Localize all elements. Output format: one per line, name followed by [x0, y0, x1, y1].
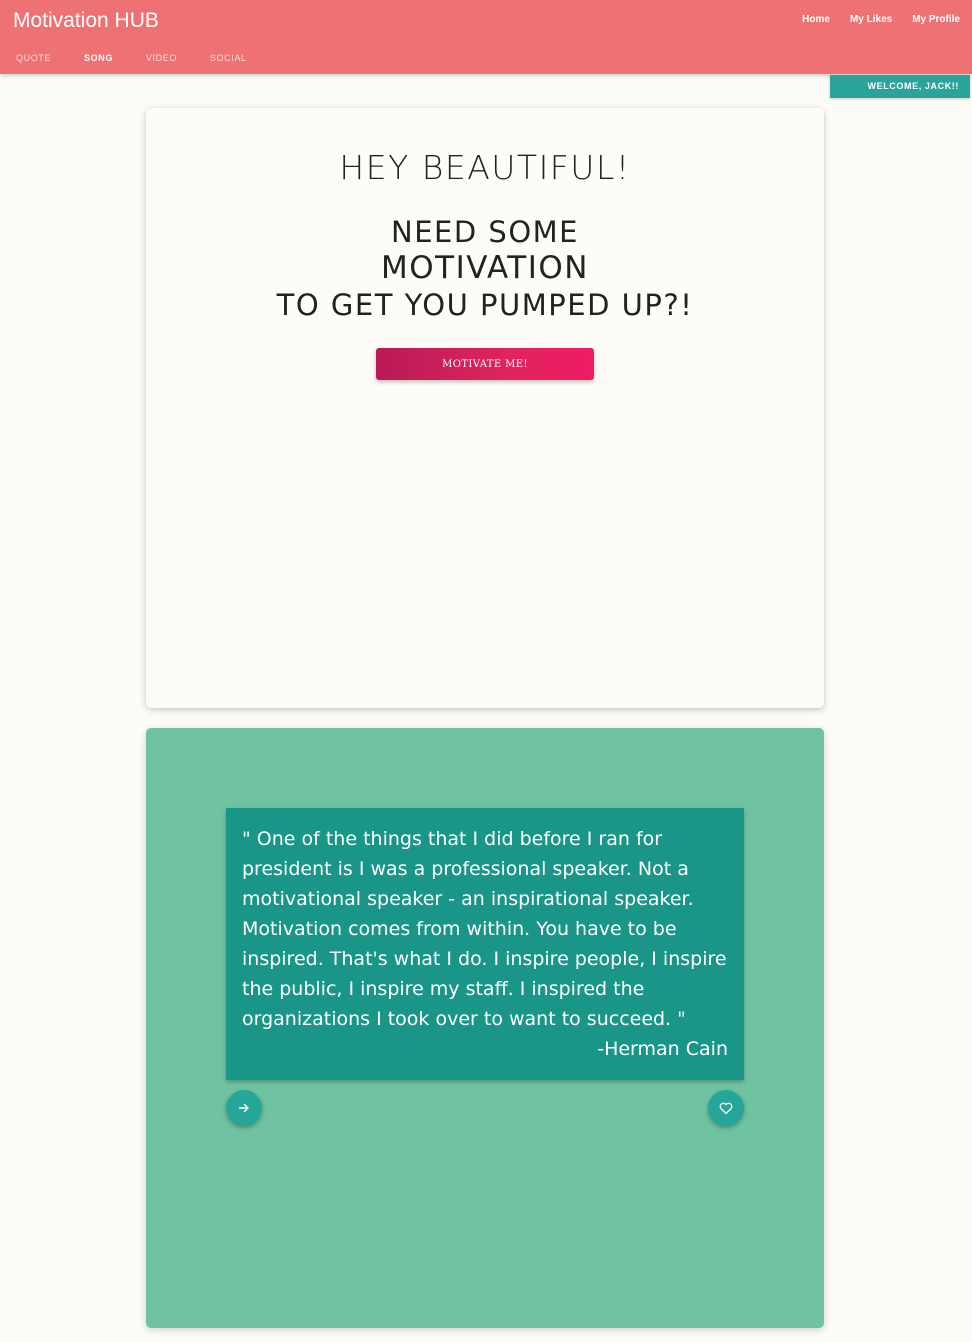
heart-icon: [719, 1102, 733, 1115]
welcome-badge: WELCOME, JACK!!: [830, 75, 970, 98]
like-quote-button[interactable]: [708, 1090, 744, 1126]
tab-social[interactable]: SOCIAL: [198, 52, 259, 64]
quote-section: " One of the things that I did before I …: [146, 728, 824, 1328]
nav-link-my-profile[interactable]: My Profile: [912, 13, 960, 27]
hero-subtitle-line-3: to get you pumped up?!: [276, 288, 694, 322]
brand-logo-text[interactable]: Motivation HUB: [13, 8, 159, 34]
nav-link-my-likes[interactable]: My Likes: [850, 13, 892, 27]
quote-author: -Herman Cain: [597, 1038, 728, 1060]
top-nav-links: Home My Likes My Profile: [802, 13, 960, 27]
top-navbar: Motivation HUB Home My Likes My Profile …: [0, 0, 972, 74]
hero-subtitle-line-2: motivation: [381, 250, 589, 286]
quote-text: " One of the things that I did before I …: [242, 828, 727, 1030]
tab-video[interactable]: VIDEO: [134, 52, 189, 64]
hero-subtitle-line-1: Need some: [391, 215, 579, 249]
tab-song[interactable]: SONG: [72, 52, 125, 64]
hero-subtitle: Need some motivation to get you pumped u…: [146, 214, 824, 324]
hero-title: Hey beautiful!: [339, 148, 631, 187]
next-quote-button[interactable]: [226, 1090, 262, 1126]
hero-card: Hey beautiful! Need some motivation to g…: [146, 108, 824, 708]
tab-quote[interactable]: QUOTE: [4, 52, 63, 64]
nav-link-home[interactable]: Home: [802, 13, 830, 27]
arrow-right-icon: [238, 1102, 250, 1114]
quote-box: " One of the things that I did before I …: [226, 808, 744, 1080]
content-tabs: QUOTE SONG VIDEO SOCIAL: [4, 52, 268, 64]
motivate-me-button[interactable]: Motivate me!: [376, 348, 594, 380]
